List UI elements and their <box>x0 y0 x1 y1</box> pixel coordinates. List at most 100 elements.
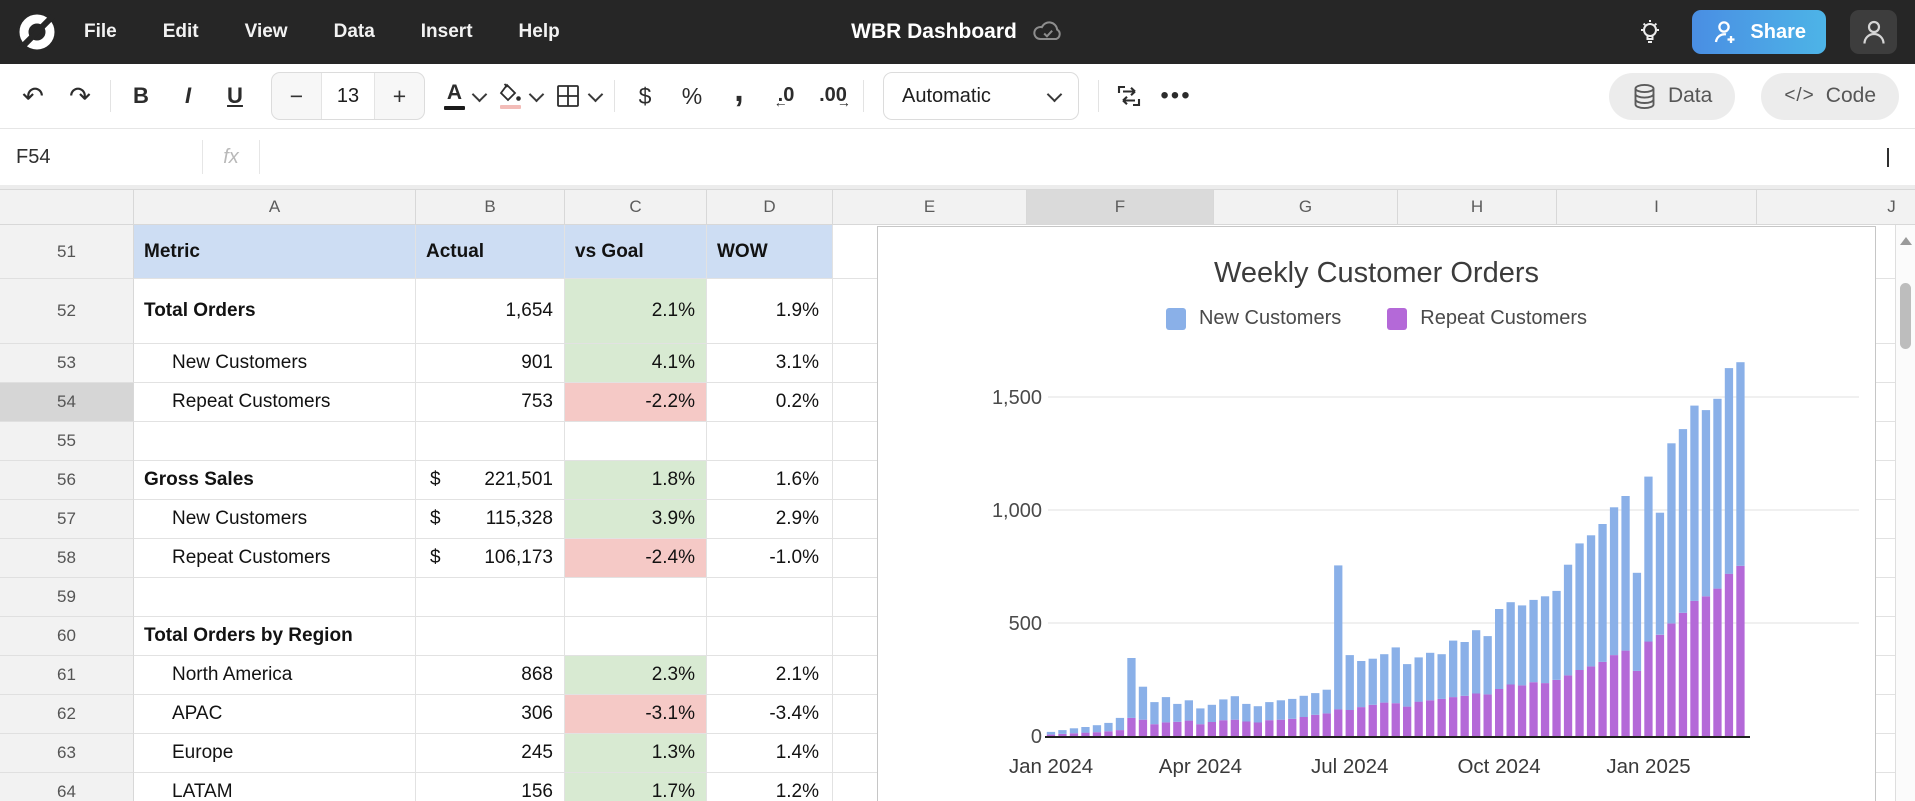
cell-C56[interactable]: 1.8% <box>565 461 707 500</box>
column-header-J[interactable]: J <box>1757 190 1915 224</box>
cell-C62[interactable]: -3.1% <box>565 695 707 734</box>
select-all-corner[interactable] <box>0 190 134 224</box>
tips-button[interactable] <box>1632 14 1668 50</box>
cell-D62[interactable]: -3.4% <box>707 695 833 734</box>
cell-A64[interactable]: LATAM <box>134 773 416 801</box>
cell-C51[interactable]: vs Goal <box>565 225 707 279</box>
row-header-57[interactable]: 57 <box>0 500 134 539</box>
cell-A53[interactable]: New Customers <box>134 344 416 383</box>
cell-D54[interactable]: 0.2% <box>707 383 833 422</box>
formula-input[interactable] <box>260 129 1887 185</box>
cell-C64[interactable]: 1.7% <box>565 773 707 801</box>
expand-formula-bar-button[interactable] <box>1887 148 1889 167</box>
cell-D58[interactable]: -1.0% <box>707 539 833 578</box>
font-size-value[interactable]: 13 <box>321 73 375 119</box>
cell-B59[interactable] <box>416 578 565 617</box>
menu-file[interactable]: File <box>84 21 117 43</box>
cell-D64[interactable]: 1.2% <box>707 773 833 801</box>
cell-A51[interactable]: Metric <box>134 225 416 279</box>
cell-A55[interactable] <box>134 422 416 461</box>
row-header-59[interactable]: 59 <box>0 578 134 617</box>
row-header-64[interactable]: 64 <box>0 773 134 801</box>
row-header-56[interactable]: 56 <box>0 461 134 500</box>
cell-B51[interactable]: Actual <box>416 225 565 279</box>
column-header-A[interactable]: A <box>134 190 416 224</box>
cell-B63[interactable]: 245 <box>416 734 565 773</box>
scroll-up-arrow[interactable] <box>1899 237 1912 245</box>
decrease-font-size-button[interactable]: − <box>272 73 321 119</box>
column-header-F[interactable]: F <box>1027 190 1214 224</box>
menu-help[interactable]: Help <box>519 21 560 43</box>
cell-A63[interactable]: Europe <box>134 734 416 773</box>
document-title[interactable]: WBR Dashboard <box>851 20 1017 44</box>
undo-button[interactable]: ↶ <box>16 75 50 117</box>
cell-B58[interactable]: $106,173 <box>416 539 565 578</box>
cell-C61[interactable]: 2.3% <box>565 656 707 695</box>
more-options-button[interactable]: ••• <box>1159 75 1193 117</box>
cell-reference-box[interactable]: F54 <box>0 146 202 169</box>
cell-C59[interactable] <box>565 578 707 617</box>
app-logo[interactable] <box>18 13 56 51</box>
cell-B61[interactable]: 868 <box>416 656 565 695</box>
cell-D61[interactable]: 2.1% <box>707 656 833 695</box>
cell-C60[interactable] <box>565 617 707 656</box>
cell-A60[interactable]: Total Orders by Region <box>134 617 416 656</box>
cell-D52[interactable]: 1.9% <box>707 279 833 344</box>
cell-B56[interactable]: $221,501 <box>416 461 565 500</box>
cell-B54[interactable]: 753 <box>416 383 565 422</box>
avatar-button[interactable] <box>1850 10 1897 54</box>
cell-C54[interactable]: -2.2% <box>565 383 707 422</box>
row-header-62[interactable]: 62 <box>0 695 134 734</box>
cell-A56[interactable]: Gross Sales <box>134 461 416 500</box>
number-format-dropdown[interactable]: Automatic <box>883 72 1079 120</box>
cell-B52[interactable]: 1,654 <box>416 279 565 344</box>
column-header-D[interactable]: D <box>707 190 833 224</box>
increase-font-size-button[interactable]: + <box>375 73 424 119</box>
scrollbar-thumb[interactable] <box>1900 283 1911 349</box>
cell-C63[interactable]: 1.3% <box>565 734 707 773</box>
cell-D63[interactable]: 1.4% <box>707 734 833 773</box>
row-header-63[interactable]: 63 <box>0 734 134 773</box>
increase-decimal-button[interactable]: .00 → <box>816 75 851 117</box>
cell-A59[interactable] <box>134 578 416 617</box>
data-panel-button[interactable]: Data <box>1608 72 1736 120</box>
text-color-button[interactable]: A <box>444 75 488 117</box>
cell-C53[interactable]: 4.1% <box>565 344 707 383</box>
cell-C58[interactable]: -2.4% <box>565 539 707 578</box>
column-header-E[interactable]: E <box>833 190 1027 224</box>
code-panel-button[interactable]: </> Code <box>1761 72 1899 120</box>
cell-A57[interactable]: New Customers <box>134 500 416 539</box>
cell-B53[interactable]: 901 <box>416 344 565 383</box>
row-header-60[interactable]: 60 <box>0 617 134 656</box>
cell-A58[interactable]: Repeat Customers <box>134 539 416 578</box>
cell-A61[interactable]: North America <box>134 656 416 695</box>
cell-D53[interactable]: 3.1% <box>707 344 833 383</box>
decrease-decimal-button[interactable]: .0 ← <box>769 75 803 117</box>
cell-D56[interactable]: 1.6% <box>707 461 833 500</box>
row-header-54[interactable]: 54 <box>0 383 134 422</box>
chart-panel[interactable]: 0 500 1,000 1,500 Jan 2024 Apr 2024 Jul 2024 Oc… <box>877 226 1876 801</box>
cell-A62[interactable]: APAC <box>134 695 416 734</box>
cell-D57[interactable]: 2.9% <box>707 500 833 539</box>
percent-format-button[interactable]: % <box>675 75 709 117</box>
cell-A52[interactable]: Total Orders <box>134 279 416 344</box>
row-header-52[interactable]: 52 <box>0 279 134 344</box>
redo-button[interactable]: ↷ <box>63 75 97 117</box>
row-header-51[interactable]: 51 <box>0 225 134 279</box>
row-header-61[interactable]: 61 <box>0 656 134 695</box>
cell-B64[interactable]: 156 <box>416 773 565 801</box>
swap-range-button[interactable] <box>1112 75 1146 117</box>
column-header-I[interactable]: I <box>1557 190 1757 224</box>
underline-button[interactable]: U <box>218 75 252 117</box>
cell-C55[interactable] <box>565 422 707 461</box>
borders-button[interactable] <box>555 75 604 117</box>
row-header-58[interactable]: 58 <box>0 539 134 578</box>
cell-C52[interactable]: 2.1% <box>565 279 707 344</box>
cell-B62[interactable]: 306 <box>416 695 565 734</box>
cell-B60[interactable] <box>416 617 565 656</box>
cell-D59[interactable] <box>707 578 833 617</box>
column-header-B[interactable]: B <box>416 190 565 224</box>
currency-format-button[interactable]: $ <box>628 75 662 117</box>
bold-button[interactable]: B <box>124 75 158 117</box>
row-header-55[interactable]: 55 <box>0 422 134 461</box>
